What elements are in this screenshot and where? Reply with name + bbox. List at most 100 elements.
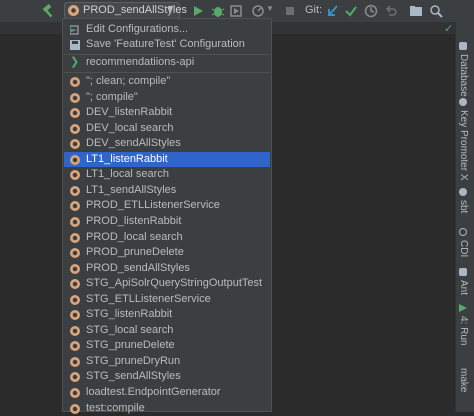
sbt-config-icon [70, 77, 80, 87]
tab-ant[interactable]: Ant [458, 268, 469, 295]
config-item-label: STG_pruneDryRun [86, 354, 181, 367]
sbt-config-icon [70, 92, 80, 103]
config-item[interactable]: PROD_sendAllStyles [64, 261, 270, 277]
config-item[interactable]: PROD_listenRabbit [64, 214, 270, 230]
config-item[interactable]: test:compile [64, 401, 270, 416]
config-item-label: "; clean; compile" [86, 75, 171, 87]
sbt-config-icon [70, 170, 80, 181]
sbt-config-icon [70, 185, 80, 196]
config-item-label: LT1_listenRabbit [86, 152, 168, 165]
config-item[interactable]: STG_pruneDryRun [64, 354, 270, 370]
stop-icon[interactable] [282, 3, 298, 19]
config-item[interactable]: STG_pruneDelete [64, 338, 270, 354]
git-label: Git: [305, 4, 323, 16]
git-rollback-icon[interactable] [383, 3, 399, 19]
config-item[interactable]: PROD_pruneDelete [64, 245, 270, 261]
config-item-label: DEV_sendAllStyles [86, 137, 181, 150]
save-configuration-item[interactable]: Save 'FeatureTest' Configuration [64, 37, 270, 53]
tab-database[interactable]: Database [458, 42, 469, 97]
config-item-label: DEV_local search [86, 121, 174, 134]
config-item-label: STG_listenRabbit [86, 308, 173, 321]
git-commit-icon[interactable] [343, 3, 359, 19]
run-tab-icon [459, 304, 467, 312]
config-item[interactable]: DEV_sendAllStyles [64, 136, 270, 152]
config-item-label: loadtest.EndpointGenerator [86, 386, 221, 398]
config-item[interactable]: LT1_sendAllStyles [64, 183, 270, 199]
sbt-config-icon [70, 356, 80, 367]
config-item[interactable]: STG_ETLListenerService [64, 292, 270, 308]
config-item-label: PROD_sendAllStyles [86, 261, 190, 274]
chevron-down-icon: ▼ [166, 3, 175, 13]
sbt-config-icon [70, 341, 80, 352]
sbt-config-icon [70, 372, 80, 383]
tab-key-promoter[interactable]: Key Promoter X [458, 98, 469, 181]
run-configuration-selector[interactable]: PROD_sendAllStyles ▼ [64, 2, 187, 19]
git-update-icon[interactable] [325, 3, 341, 19]
sbt-config-icon [70, 154, 80, 165]
config-item-label: LT1_sendAllStyles [86, 183, 177, 196]
sbt-config-icon [70, 216, 80, 227]
key-promoter-icon [459, 98, 467, 106]
cdi-icon [459, 228, 467, 236]
config-item-label: PROD_ETLListenerService [86, 199, 220, 212]
config-item-label: DEV_listenRabbit [86, 106, 173, 119]
chevron-right-icon: ❯ [70, 56, 80, 68]
tab-run[interactable]: 4: Run [458, 304, 469, 345]
config-item[interactable]: LT1_local search [64, 167, 270, 183]
coverage-icon[interactable] [228, 3, 244, 19]
sbt-config-icon [68, 5, 79, 16]
tab-make[interactable]: make [458, 368, 469, 392]
sbt-config-icon [70, 248, 80, 259]
menu-separator [64, 72, 270, 73]
config-item[interactable]: STG_ApiSolrQueryStringOutputTest [64, 276, 270, 292]
sbt-config-icon [70, 388, 80, 398]
project-structure-icon[interactable] [408, 3, 424, 19]
config-item[interactable]: loadtest.EndpointGenerator [64, 385, 270, 401]
sbt-config-icon [70, 294, 80, 305]
config-item-label: PROD_listenRabbit [86, 214, 182, 227]
ant-icon [459, 268, 467, 276]
config-item[interactable]: PROD_ETLListenerService [64, 198, 270, 214]
sbt-config-icon [70, 263, 80, 274]
chevron-down-icon[interactable]: ▼ [266, 4, 274, 13]
config-item[interactable]: DEV_local search [64, 121, 270, 137]
config-item[interactable]: STG_listenRabbit [64, 307, 270, 323]
search-everywhere-icon[interactable] [428, 3, 444, 19]
hammer-build-icon[interactable] [40, 3, 56, 19]
project-header-item: ❯ recommendatiions-api [70, 56, 195, 68]
config-item[interactable]: PROD_local search [64, 230, 270, 246]
save-config-icon [70, 40, 80, 50]
config-item-label: STG_pruneDelete [86, 339, 175, 352]
config-item[interactable]: STG_sendAllStyles [64, 369, 270, 385]
sbt-config-icon [70, 139, 80, 150]
config-item[interactable]: "; compile" [64, 90, 270, 106]
config-item[interactable]: LT1_listenRabbit [64, 151, 270, 168]
database-icon [459, 42, 467, 50]
edit-configurations-item[interactable]: Edit Configurations... [64, 22, 270, 38]
check-icon: ✓ [444, 23, 454, 35]
config-item[interactable]: "; clean; compile" [64, 74, 270, 90]
sbt-config-icon [70, 325, 80, 336]
sbt-config-icon [70, 403, 80, 414]
git-history-icon[interactable] [363, 3, 379, 19]
sbt-icon [459, 188, 467, 196]
config-item-label: STG_local search [86, 323, 174, 336]
config-item-label: LT1_local search [86, 168, 169, 181]
sbt-config-icon [70, 279, 80, 290]
sbt-config-icon [70, 201, 80, 212]
sbt-config-icon [70, 310, 80, 321]
run-configurations-popup: Edit Configurations... Save 'FeatureTest… [62, 18, 272, 414]
config-item[interactable]: STG_local search [64, 323, 270, 339]
sbt-config-icon [70, 123, 80, 134]
profile-icon[interactable] [250, 3, 266, 19]
config-item-label: STG_ETLListenerService [86, 292, 211, 305]
tab-cdi[interactable]: CDI [458, 228, 469, 257]
config-item[interactable]: DEV_listenRabbit [64, 105, 270, 121]
run-icon[interactable] [190, 3, 206, 19]
config-item-label: PROD_local search [86, 230, 183, 243]
tab-sbt[interactable]: sbt [458, 188, 469, 213]
right-tool-window-bar: Database Key Promoter X sbt CDI Ant 4: R… [455, 22, 474, 412]
sbt-config-icon [70, 232, 80, 243]
config-item-label: "; compile" [86, 90, 138, 103]
debug-icon[interactable] [210, 3, 226, 19]
